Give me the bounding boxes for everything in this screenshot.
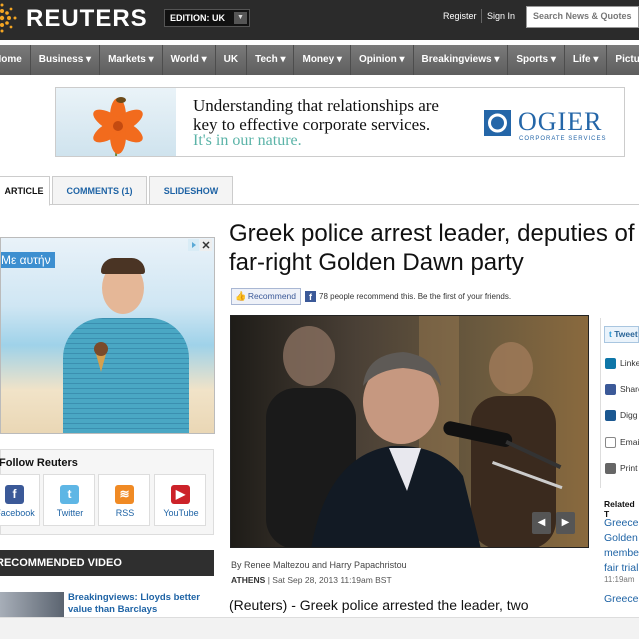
share-print[interactable]: Print xyxy=(605,463,639,477)
ogier-brand: OGIER xyxy=(518,107,603,136)
share-print-label: Print xyxy=(620,463,638,473)
photo-prev-button[interactable]: ◀ xyxy=(532,512,551,534)
related-link-2[interactable]: Greece xyxy=(604,592,639,606)
ad-person-hair xyxy=(101,258,145,274)
digg-icon xyxy=(605,410,616,422)
headline-line-1: Greek police arrest leader, deputies of xyxy=(229,220,635,247)
ad-headline-1: Understanding that relationships are xyxy=(193,96,439,115)
nav-item-home[interactable]: Home xyxy=(0,45,31,75)
twitter-button[interactable]: t Twitter xyxy=(43,474,95,526)
related-time: 11:19am xyxy=(604,575,635,584)
dateline: ATHENS | Sat Sep 28, 2013 11:19am BST xyxy=(231,575,392,585)
sign-in-link[interactable]: Sign In xyxy=(487,11,515,21)
twitter-icon: t xyxy=(60,485,79,504)
share-digg-label: Digg xyxy=(620,410,638,420)
nav-item-life[interactable]: Life ▾ xyxy=(565,45,608,75)
facebook-share-icon xyxy=(605,384,616,396)
recommend-button[interactable]: 👍 Recommend xyxy=(231,288,301,305)
share-facebook[interactable]: Share xyxy=(605,384,639,398)
ogier-brand-sub: CORPORATE SERVICES xyxy=(519,136,607,142)
headline-line-2: far-right Golden Dawn party xyxy=(229,249,524,276)
nav-item-uk[interactable]: UK xyxy=(216,45,248,75)
nav-item-opinion[interactable]: Opinion ▾ xyxy=(351,45,414,75)
ogier-logo-icon xyxy=(484,110,511,136)
facebook-button[interactable]: f Facebook xyxy=(0,474,40,526)
tweet-button[interactable]: t Tweet xyxy=(604,326,639,343)
related-link-line-1[interactable]: Greece xyxy=(604,516,639,530)
recommend-label: Recommend xyxy=(247,291,296,301)
share-facebook-label: Share xyxy=(620,384,639,394)
top-bar: REUTERS EDITION: UK ▼ Register Sign In S… xyxy=(0,0,639,40)
main-nav: Home Business ▾ Markets ▾ World ▾ UK Tec… xyxy=(0,45,639,75)
tab-article[interactable]: ARTICLE xyxy=(0,176,50,206)
adchoices-close-icon[interactable] xyxy=(188,239,212,251)
article-headline: Greek police arrest leader, deputies of … xyxy=(229,219,639,277)
linkedin-icon xyxy=(605,358,616,370)
browser-bottom-bar xyxy=(0,617,639,639)
flower-icon xyxy=(93,97,143,157)
side-ad-label: Με αυτήν xyxy=(1,252,55,268)
related-link-line-2[interactable]: Golden xyxy=(604,531,639,545)
edition-selector[interactable]: EDITION: UK ▼ xyxy=(164,9,250,27)
twitter-label: Twitter xyxy=(56,508,84,518)
nav-item-breakingviews[interactable]: Breakingviews ▾ xyxy=(414,45,509,75)
ad-flower-image xyxy=(56,88,176,157)
rss-icon: ≋ xyxy=(115,485,134,504)
nav-item-world[interactable]: World ▾ xyxy=(163,45,216,75)
recommended-video-header: RECOMMENDED VIDEO xyxy=(0,550,214,576)
edition-value: UK xyxy=(212,13,226,23)
tweet-label: Tweet xyxy=(614,329,638,339)
tab-slideshow[interactable]: SLIDESHOW xyxy=(149,176,233,205)
edition-label: EDITION: xyxy=(170,13,210,23)
recommended-video-link[interactable]: Breakingviews: Lloyds better value than … xyxy=(68,592,208,616)
email-icon xyxy=(605,437,616,449)
nav-item-sports[interactable]: Sports ▾ xyxy=(508,45,565,75)
youtube-icon: ▶ xyxy=(171,485,190,504)
share-digg[interactable]: Digg xyxy=(605,410,639,424)
share-linkedin[interactable]: Linkedin xyxy=(605,358,639,372)
ad-person-shirt xyxy=(63,318,189,433)
share-email[interactable]: Email xyxy=(605,437,639,451)
recommend-count: 78 people recommend this. Be the first o… xyxy=(319,292,512,301)
ice-cream-cone xyxy=(96,354,106,372)
facebook-label: Facebook xyxy=(0,508,35,518)
recommended-video-thumbnail[interactable] xyxy=(0,592,64,620)
photo-next-button[interactable]: ▶ xyxy=(556,512,575,534)
facebook-small-icon: f xyxy=(305,291,316,302)
nav-item-business[interactable]: Business ▾ xyxy=(31,45,101,75)
related-link-line-4[interactable]: fair trial xyxy=(604,561,639,575)
side-ad[interactable]: Με αυτήν xyxy=(0,237,215,434)
nav-item-pictures[interactable]: Pictures ▾ xyxy=(607,45,639,75)
rss-button[interactable]: ≋ RSS xyxy=(98,474,150,526)
register-link[interactable]: Register xyxy=(443,11,477,21)
facebook-icon: f xyxy=(5,485,24,504)
thumbs-up-icon: 👍 xyxy=(235,291,247,301)
chevron-down-icon: ▼ xyxy=(234,12,247,24)
byline: By Renee Maltezou and Harry Papachristou xyxy=(231,560,407,570)
share-email-label: Email xyxy=(620,437,639,447)
rss-label: RSS xyxy=(115,508,135,518)
banner-ad[interactable]: Understanding that relationships are key… xyxy=(55,87,625,157)
twitter-bird-icon: t xyxy=(609,329,612,339)
related-link-line-3[interactable]: member xyxy=(604,546,639,560)
ad-tagline: It's in our nature. xyxy=(193,132,302,149)
youtube-label: YouTube xyxy=(163,508,199,518)
page: REUTERS EDITION: UK ▼ Register Sign In S… xyxy=(0,0,639,639)
header-divider xyxy=(481,9,482,23)
nav-item-tech[interactable]: Tech ▾ xyxy=(247,45,295,75)
ice-cream-icon xyxy=(94,342,108,356)
follow-title: Follow Reuters xyxy=(0,457,78,469)
reuters-logo-icon[interactable] xyxy=(0,2,18,34)
reuters-logo-text[interactable]: REUTERS xyxy=(26,5,148,33)
print-icon xyxy=(605,463,616,475)
dateline-city: ATHENS xyxy=(231,575,266,585)
youtube-button[interactable]: ▶ YouTube xyxy=(154,474,206,526)
dateline-date: | Sat Sep 28, 2013 11:19am BST xyxy=(267,575,392,585)
article-lede: (Reuters) - Greek police arrested the le… xyxy=(229,597,529,613)
search-input[interactable]: Search News & Quotes xyxy=(526,6,639,28)
tab-comments[interactable]: COMMENTS (1) xyxy=(52,176,147,205)
share-linkedin-label: Linkedin xyxy=(620,358,639,368)
nav-item-markets[interactable]: Markets ▾ xyxy=(100,45,163,75)
nav-item-money[interactable]: Money ▾ xyxy=(294,45,351,75)
